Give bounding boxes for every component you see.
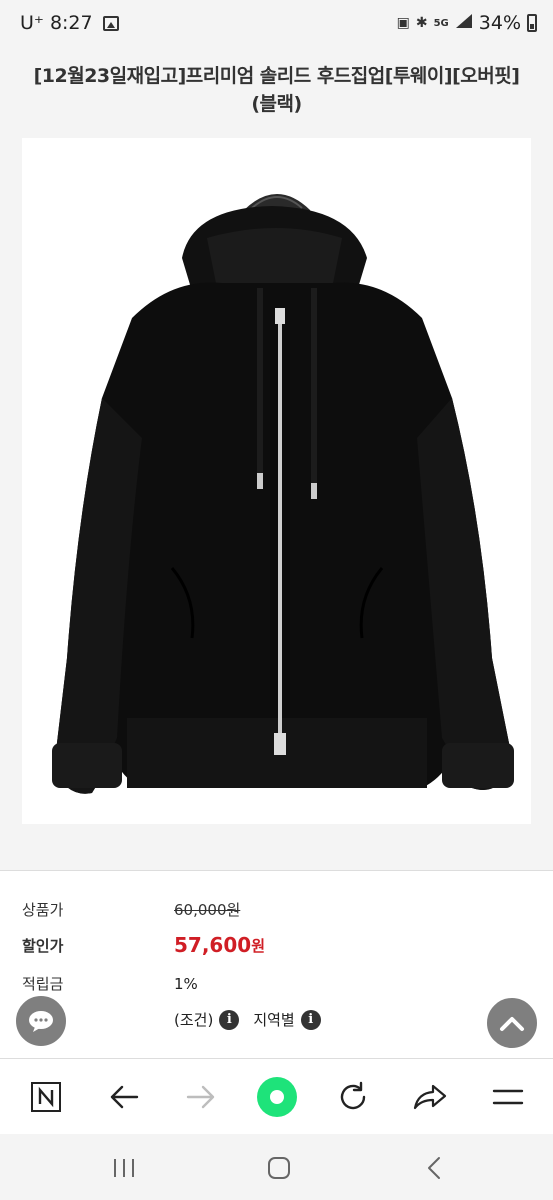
clock: 8:27 (49, 12, 93, 34)
carrier: U⁺ (20, 12, 44, 34)
system-back-button[interactable] (414, 1154, 454, 1182)
naver-home-button[interactable] (25, 1077, 67, 1117)
signal-icon (455, 13, 473, 33)
forward-arrow-icon (186, 1085, 215, 1109)
back-arrow-icon (110, 1085, 139, 1109)
share-button[interactable] (409, 1077, 451, 1117)
naver-home-icon (31, 1082, 61, 1112)
list-price-value: 60,000원 (174, 901, 241, 919)
product-image[interactable] (22, 138, 531, 824)
refresh-button[interactable] (332, 1077, 374, 1117)
home-icon (268, 1157, 290, 1179)
bluetooth-icon: ✱ (415, 15, 428, 31)
share-icon (413, 1084, 447, 1110)
product-title-area: [12월23일재입고]프리미엄 솔리드 후드집업[투웨이][오버핏] (블랙) (0, 52, 553, 132)
shipping-region: 지역별 (253, 1011, 295, 1029)
forward-button[interactable] (180, 1077, 222, 1117)
hoodie-illustration (52, 194, 514, 794)
menu-icon (492, 1089, 524, 1105)
status-right: ▣ ✱ 5G 34% (397, 12, 537, 34)
price-info-section: 상품가 60,000원 할인가 57,600 원 적립금 1% 배송비 (조건)… (0, 870, 553, 1060)
chat-bubble-icon (29, 1011, 53, 1032)
chat-button[interactable] (14, 994, 68, 1048)
list-price-row: 상품가 60,000원 (22, 899, 240, 920)
product-title: [12월23일재입고]프리미엄 솔리드 후드집업[투웨이][오버핏] (블랙) (0, 52, 553, 118)
browser-toolbar (0, 1058, 553, 1134)
points-value: 1% (174, 974, 198, 993)
sale-price-number: 57,600 (174, 933, 252, 957)
product-title-line1: [12월23일재입고]프리미엄 솔리드 후드집업[투웨이][오버핏] (33, 65, 520, 87)
system-navigation-bar (0, 1134, 553, 1200)
sale-price-label: 할인가 (22, 936, 64, 955)
green-dot-icon (257, 1077, 297, 1117)
chevron-left-icon (428, 1157, 440, 1179)
gallery-notification-icon (102, 15, 119, 31)
chevron-up-icon (500, 1017, 524, 1031)
points-label: 적립금 (22, 975, 64, 993)
shipping-condition: (조건) (174, 1011, 214, 1029)
home-button[interactable] (259, 1154, 299, 1182)
network-type: 5G (433, 17, 449, 29)
sale-price-row: 할인가 57,600 원 (22, 933, 265, 957)
scroll-top-button[interactable] (485, 996, 539, 1050)
points-row: 적립금 1% (22, 973, 198, 994)
shipping-region-info-icon[interactable]: i (300, 1009, 321, 1030)
battery-saver-icon: ▣ (396, 15, 410, 31)
battery-icon (527, 14, 537, 32)
product-title-line2: (블랙) (251, 93, 302, 115)
shipping-condition-info-icon[interactable]: i (219, 1009, 240, 1030)
recent-apps-button[interactable] (104, 1154, 144, 1182)
recent-apps-icon (114, 1159, 134, 1177)
green-dot-button[interactable] (256, 1077, 298, 1117)
battery-percent: 34% (478, 12, 521, 34)
back-button[interactable] (103, 1077, 145, 1117)
status-left: U⁺ 8:27 (20, 12, 119, 34)
status-bar: U⁺ 8:27 ▣ ✱ 5G 34% (0, 0, 553, 52)
sale-price-unit: 원 (251, 936, 265, 955)
refresh-icon (340, 1081, 366, 1110)
menu-button[interactable] (487, 1077, 529, 1117)
list-price-label: 상품가 (22, 901, 64, 919)
